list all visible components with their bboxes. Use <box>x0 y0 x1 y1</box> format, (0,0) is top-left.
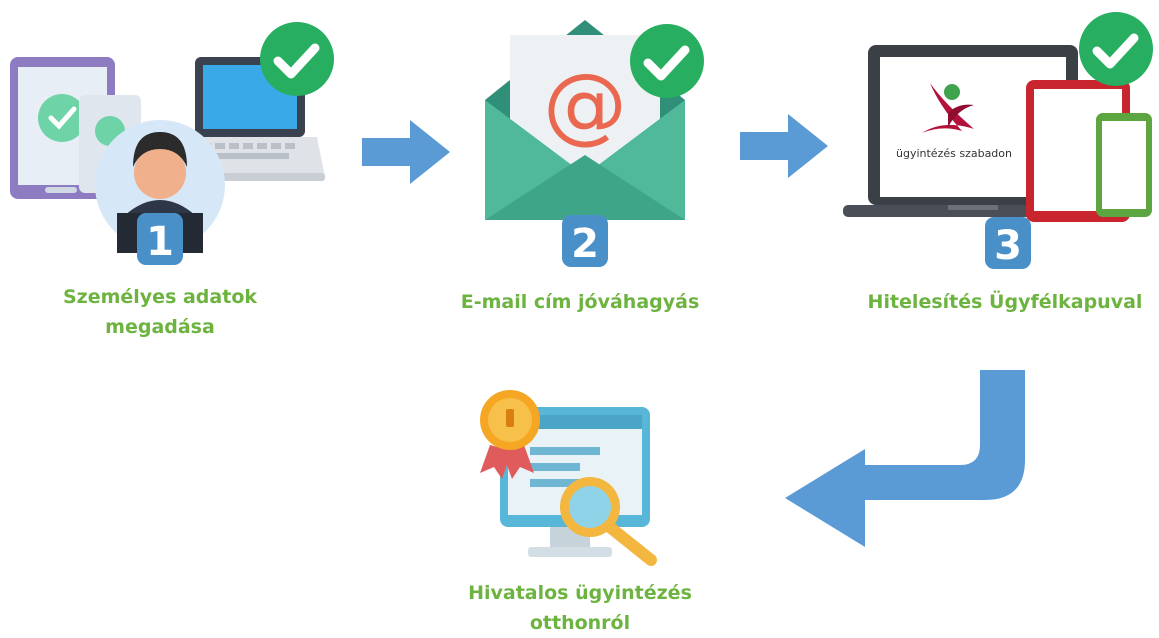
return-arrow-icon <box>780 365 1030 550</box>
user-devices-icon: 1 <box>10 22 334 265</box>
final-label-line1: Hivatalos ügyintézés <box>468 582 692 604</box>
step2-label: E-mail cím jóváhagyás <box>460 291 700 313</box>
step3-icon: ügyintézés szabadon 3 <box>838 5 1158 275</box>
arrow-right-icon-2 <box>738 112 830 180</box>
step1-number: 1 <box>146 219 174 265</box>
certificate-monitor-icon <box>480 390 657 566</box>
step1-label: Személyes adatok megadása <box>20 282 300 342</box>
final-icon <box>470 385 670 575</box>
step1-icon: 1 <box>5 15 335 275</box>
step2-icon: @ 2 <box>470 15 730 275</box>
step1-label-line2: megadása <box>105 316 215 338</box>
step2-number: 2 <box>571 221 599 267</box>
arrow-right-icon-1 <box>360 118 452 186</box>
laptop-devices-icon: ügyintézés szabadon 3 <box>843 12 1153 269</box>
check-circle-icon <box>1079 12 1153 86</box>
email-envelope-icon: @ 2 <box>485 20 704 267</box>
step3-number: 3 <box>994 223 1022 269</box>
step1-label-line1: Személyes adatok <box>62 286 258 308</box>
check-circle-icon <box>260 22 334 96</box>
check-circle-icon <box>630 24 704 98</box>
logo-text: ügyintézés szabadon <box>896 147 1012 160</box>
at-symbol: @ <box>543 55 627 153</box>
final-label: Hivatalos ügyintézés otthonról <box>430 578 730 638</box>
step3-label: Hitelesítés Ügyfélkapuval <box>867 291 1143 313</box>
